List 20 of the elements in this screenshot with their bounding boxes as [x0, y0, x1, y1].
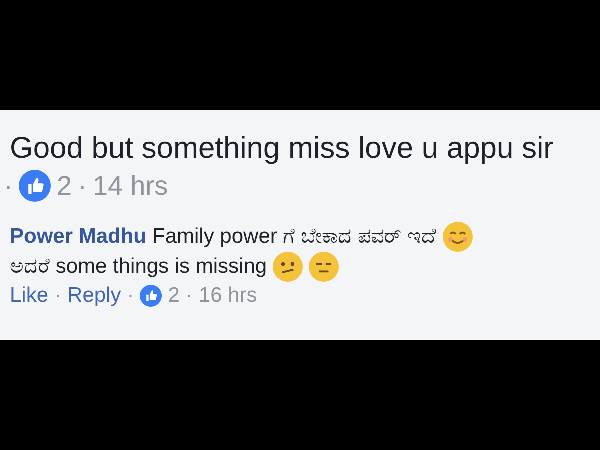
separator-dot: ·: [78, 170, 88, 202]
like-count: 2: [57, 170, 72, 202]
action-link[interactable]: Like: [10, 284, 49, 308]
separator-dot: ·: [127, 284, 134, 308]
separator-dot: ·: [54, 284, 62, 308]
expressionless-face-icon: [309, 252, 340, 282]
comment-text: Good but something miss love u appu sir: [10, 131, 555, 167]
author-name[interactable]: Power Madhu: [10, 225, 147, 249]
timestamp[interactable]: 14 hrs: [93, 170, 168, 202]
reply-text: Family power ಗೆ ಬೇಕಾದ ಪವರ್ ಇದೆ: [152, 225, 437, 249]
reply-text: ಅದರೆ some things is missing: [10, 255, 268, 279]
confused-face-icon: [273, 252, 304, 282]
like-count: 2: [168, 284, 180, 308]
action-link[interactable]: Reply: [68, 284, 122, 308]
separator-dot: ·: [186, 284, 193, 308]
separator-dot: ·: [4, 170, 13, 202]
timestamp[interactable]: 16 hrs: [198, 284, 258, 308]
smiling-face-icon: [442, 222, 473, 252]
like-icon: [140, 285, 162, 307]
like-icon: [19, 170, 51, 202]
